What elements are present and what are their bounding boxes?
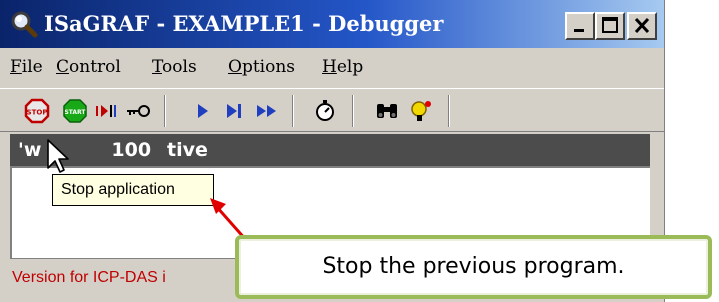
magnifier-icon xyxy=(11,11,38,38)
run-icon[interactable] xyxy=(190,98,216,124)
title-bar[interactable]: ISaGRAF - EXAMPLE1 - Debugger xyxy=(0,0,664,48)
window-title: ISaGRAF - EXAMPLE1 - Debugger xyxy=(44,11,444,36)
toolbar: STOP START xyxy=(0,88,664,132)
step-over-icon[interactable] xyxy=(95,98,121,124)
menu-options[interactable]: Options xyxy=(228,55,295,79)
minimize-icon xyxy=(574,29,584,32)
spy-light-icon[interactable] xyxy=(408,98,434,124)
fast-forward-icon[interactable] xyxy=(254,98,280,124)
step-icon[interactable] xyxy=(222,98,248,124)
minimize-button[interactable] xyxy=(565,12,595,40)
mouse-cursor-icon xyxy=(47,139,69,173)
maximize-button[interactable] xyxy=(595,12,625,40)
status-text: Version for ICP-DAS i xyxy=(12,269,166,286)
svg-text:START: START xyxy=(64,109,86,116)
program-header-bar: 'w 100 tive xyxy=(10,134,650,166)
svg-text:STOP: STOP xyxy=(27,109,48,117)
toolbar-separator xyxy=(292,95,294,127)
program-header-text-right: tive xyxy=(167,139,208,161)
start-icon[interactable]: START xyxy=(62,98,88,124)
maximize-icon xyxy=(602,17,618,33)
key-icon[interactable] xyxy=(125,98,151,124)
toolbar-separator xyxy=(164,95,166,127)
program-header-text-left: 'w xyxy=(18,139,42,161)
callout-box: Stop the previous program. xyxy=(235,235,712,299)
timer-icon[interactable] xyxy=(312,98,338,124)
tooltip-text: Stop application xyxy=(61,181,175,198)
menu-control[interactable]: Control xyxy=(56,55,121,79)
binoculars-icon[interactable] xyxy=(374,98,400,124)
close-button[interactable] xyxy=(627,12,657,40)
toolbar-separator xyxy=(352,95,354,127)
stop-icon[interactable]: STOP xyxy=(24,98,50,124)
callout-text: Stop the previous program. xyxy=(322,254,625,279)
menu-help[interactable]: Help xyxy=(322,55,363,79)
menu-bar: File Control Tools Options Help xyxy=(0,48,664,88)
toolbar-separator xyxy=(448,95,450,127)
menu-file[interactable]: File xyxy=(10,55,43,79)
program-header-text-mid: 100 xyxy=(111,139,152,161)
close-icon xyxy=(634,17,650,34)
tooltip: Stop application xyxy=(52,174,214,206)
menu-tools[interactable]: Tools xyxy=(152,55,197,79)
